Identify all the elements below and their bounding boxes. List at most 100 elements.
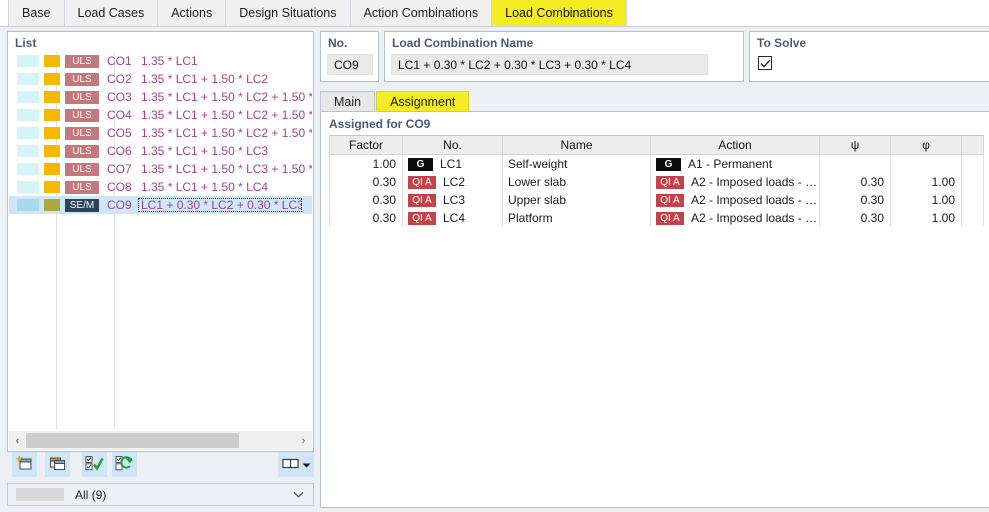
list-toolbar xyxy=(7,452,314,480)
table-row[interactable]: 0.30 QI A LC3 Upper slab QI A A2 - Impos… xyxy=(329,191,984,209)
name-group: Load Combination Name LC1 + 0.30 * LC2 +… xyxy=(384,31,799,82)
no-label: No. xyxy=(328,36,348,50)
list-item-formula: 1.35 * LC1 + 1.50 * LC2 + 1.50 * LC3 + 1 xyxy=(141,108,312,122)
situation-badge: ULS xyxy=(65,108,99,122)
table-row[interactable]: 0.30 QI A LC4 Platform QI A A2 - Imposed… xyxy=(329,209,984,227)
no-input[interactable]: CO9 xyxy=(327,54,373,75)
name-input[interactable]: LC1 + 0.30 * LC2 + 0.30 * LC3 + 0.30 * L… xyxy=(391,54,708,75)
cell-scroll-gutter xyxy=(961,191,984,209)
color-swatch-secondary xyxy=(44,127,60,139)
list-item[interactable]: ULS CO4 1.35 * LC1 + 1.50 * LC2 + 1.50 *… xyxy=(9,106,312,124)
list-toolbar-right-group xyxy=(278,452,314,477)
cell-no-text: LC3 xyxy=(443,193,466,207)
filter-dropdown[interactable]: All (9) xyxy=(7,483,314,506)
tab-load-cases[interactable]: Load Cases xyxy=(64,0,159,26)
scroll-left-icon[interactable]: ‹ xyxy=(9,432,26,449)
color-swatch-secondary xyxy=(44,163,60,175)
checklist-check-icon xyxy=(85,455,104,474)
cell-name: Upper slab xyxy=(502,191,651,209)
column-header-name[interactable]: Name xyxy=(502,135,651,155)
column-header-psi[interactable]: ψ xyxy=(819,135,891,155)
column-header-no[interactable]: No. xyxy=(402,135,503,155)
table-row[interactable]: 0.30 QI A LC2 Lower slab QI A A2 - Impos… xyxy=(329,173,984,191)
new-combination-button[interactable] xyxy=(12,452,37,477)
cell-phi: 1.00 xyxy=(890,173,962,191)
color-swatch-primary xyxy=(17,127,39,139)
situation-badge: SE/M xyxy=(65,198,99,212)
cell-scroll-gutter xyxy=(961,209,984,227)
cell-action: QI A A2 - Imposed loads - ca... xyxy=(650,173,820,191)
assignment-grid[interactable]: Factor No. Name Action ψ φ 1.00 G LC1 Se… xyxy=(329,135,989,235)
scrollbar-thumb[interactable] xyxy=(26,433,239,448)
situation-badge: ULS xyxy=(65,180,99,194)
cell-factor: 0.30 xyxy=(329,209,403,227)
chevron-down-icon[interactable] xyxy=(293,489,304,501)
select-all-button[interactable] xyxy=(82,452,107,477)
situation-badge: ULS xyxy=(65,144,99,158)
list-panel: List ULS CO1 1.35 * LC1 ULS CO2 1.35 * L… xyxy=(7,31,314,452)
cell-action-text: A2 - Imposed loads - ca... xyxy=(691,211,819,225)
detail-tab-bar: Main Assignment xyxy=(320,90,470,112)
color-swatch-primary xyxy=(17,91,39,103)
cell-phi xyxy=(890,154,962,173)
cell-action-text: A2 - Imposed loads - ca... xyxy=(691,175,819,189)
list-item[interactable]: ULS CO2 1.35 * LC1 + 1.50 * LC2 xyxy=(9,70,312,88)
list-item-formula: 1.35 * LC1 + 1.50 * LC2 + 1.50 * LC3 xyxy=(141,90,312,104)
regenerate-button[interactable] xyxy=(112,452,137,477)
tab-assignment[interactable]: Assignment xyxy=(376,91,470,112)
color-swatch-primary xyxy=(17,145,39,157)
color-swatch-secondary xyxy=(44,181,60,193)
list-item-no: CO2 xyxy=(107,72,132,86)
list-item[interactable]: ULS CO1 1.35 * LC1 xyxy=(9,52,312,70)
cell-name-text: Platform xyxy=(508,211,553,225)
list-item[interactable]: ULS CO7 1.35 * LC1 + 1.50 * LC3 + 1.50 *… xyxy=(9,160,312,178)
column-header-phi[interactable]: φ xyxy=(890,135,962,155)
cell-factor: 0.30 xyxy=(329,191,403,209)
color-swatch-secondary xyxy=(44,199,60,211)
list-item[interactable]: ULS CO8 1.35 * LC1 + 1.50 * LC4 xyxy=(9,178,312,196)
list-horizontal-scrollbar[interactable]: ‹ › xyxy=(9,431,312,450)
tab-action-combinations[interactable]: Action Combinations xyxy=(350,0,493,26)
list-item-no: CO1 xyxy=(107,54,132,68)
new-window-icon xyxy=(15,455,33,474)
situation-badge: ULS xyxy=(65,162,99,176)
to-solve-label: To Solve xyxy=(757,36,807,50)
cell-name-text: Upper slab xyxy=(508,193,567,207)
color-swatch-primary xyxy=(17,163,39,175)
scrollbar-track[interactable] xyxy=(26,432,295,449)
cell-psi: 0.30 xyxy=(819,173,891,191)
list-item[interactable]: ULS CO6 1.35 * LC1 + 1.50 * LC3 xyxy=(9,142,312,160)
main-tab-bar: Base Load Cases Actions Design Situation… xyxy=(0,0,989,27)
tab-actions[interactable]: Actions xyxy=(158,0,227,26)
list-item-no: CO6 xyxy=(107,144,132,158)
column-header-action[interactable]: Action xyxy=(650,135,820,155)
load-type-badge: QI A xyxy=(408,211,436,225)
combination-list[interactable]: ULS CO1 1.35 * LC1 ULS CO2 1.35 * LC1 + … xyxy=(9,52,312,429)
situation-badge: ULS xyxy=(65,72,99,86)
color-swatch-primary xyxy=(17,109,39,121)
color-swatch-secondary xyxy=(44,91,60,103)
scroll-right-icon[interactable]: › xyxy=(295,432,312,449)
view-options-button[interactable] xyxy=(278,452,314,477)
to-solve-checkbox[interactable] xyxy=(758,56,772,70)
column-header-factor[interactable]: Factor xyxy=(329,135,403,155)
tab-design-situations[interactable]: Design Situations xyxy=(226,0,351,26)
cell-action: QI A A2 - Imposed loads - ca... xyxy=(650,209,820,227)
cell-psi: 0.30 xyxy=(819,191,891,209)
copy-combination-button[interactable] xyxy=(45,452,70,477)
color-swatch-primary xyxy=(17,73,39,85)
list-item[interactable]: ULS CO3 1.35 * LC1 + 1.50 * LC2 + 1.50 *… xyxy=(9,88,312,106)
list-item-selected[interactable]: SE/M CO9 LC1 + 0.30 * LC2 + 0.30 * LC3 +… xyxy=(9,196,312,214)
color-swatch-secondary xyxy=(44,55,60,67)
assignment-panel: Assigned for CO9 Factor No. Name Action … xyxy=(320,111,989,508)
list-item-formula: 1.35 * LC1 + 1.50 * LC2 xyxy=(141,72,269,86)
chevron-down-icon[interactable] xyxy=(302,458,311,472)
list-item[interactable]: ULS CO5 1.35 * LC1 + 1.50 * LC2 + 1.50 *… xyxy=(9,124,312,142)
tab-load-combinations[interactable]: Load Combinations xyxy=(492,0,627,26)
cell-name: Self-weight xyxy=(502,154,651,173)
table-row[interactable]: 1.00 G LC1 Self-weight G A1 - Permanent xyxy=(329,154,984,173)
name-label: Load Combination Name xyxy=(392,36,534,50)
tab-main[interactable]: Main xyxy=(320,91,376,112)
list-item-no: CO5 xyxy=(107,126,132,140)
tab-base[interactable]: Base xyxy=(8,0,65,26)
